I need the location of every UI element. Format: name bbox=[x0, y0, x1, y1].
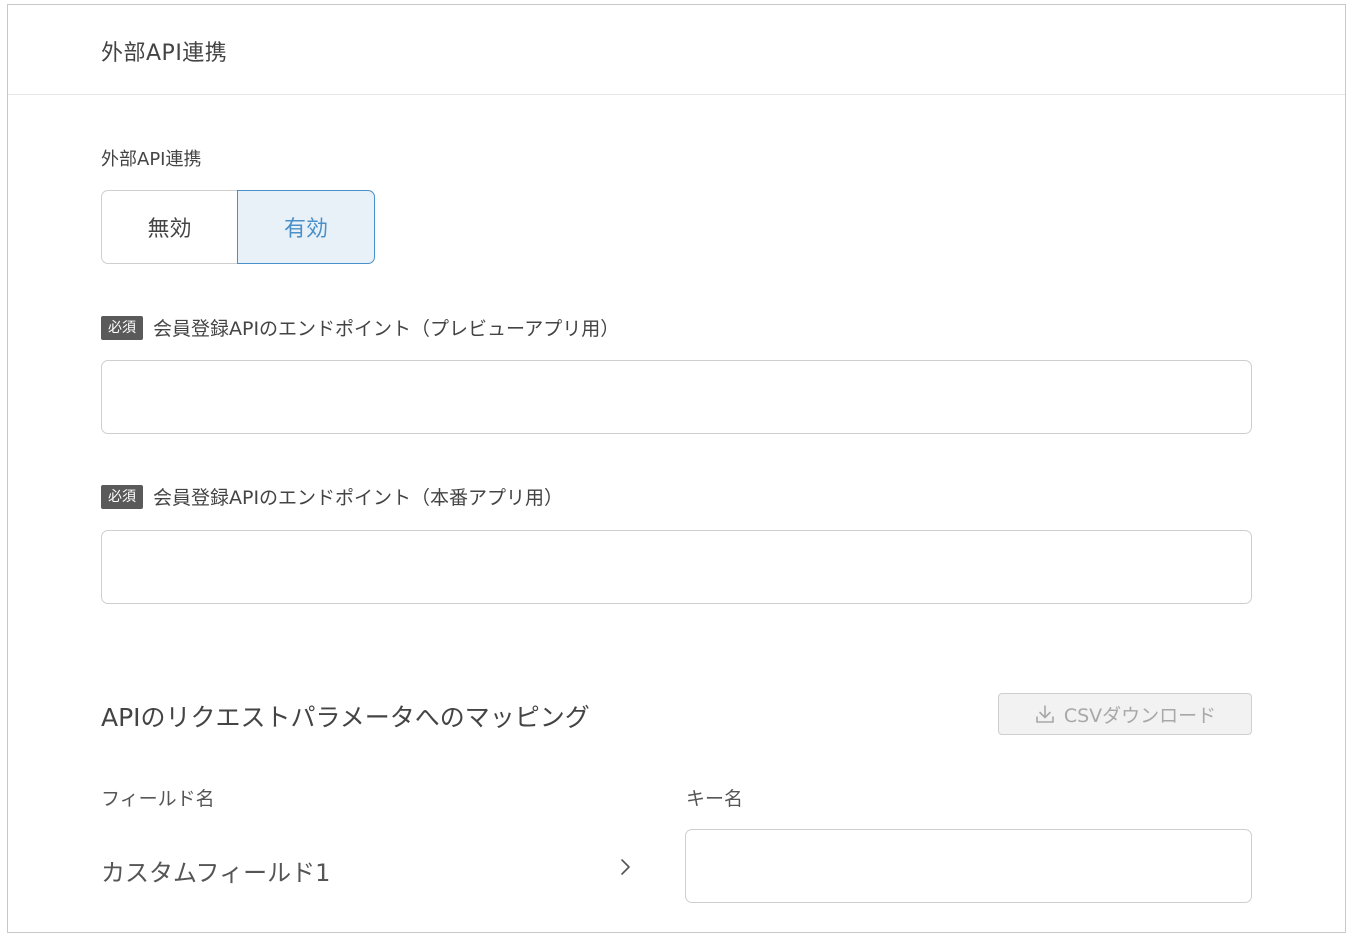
mapping-section-title: APIのリクエストパラメータへのマッピング bbox=[101, 703, 590, 732]
csv-download-label: CSVダウンロード bbox=[1063, 704, 1217, 727]
column-header-key-name: キー名 bbox=[686, 788, 744, 810]
panel-title: 外部API連携 bbox=[101, 41, 228, 66]
endpoint-preview-label-row: 必須 会員登録APIのエンドポイント（プレビューアプリ用） bbox=[101, 314, 619, 341]
endpoint-production-label: 会員登録APIのエンドポイント（本番アプリ用） bbox=[153, 487, 564, 509]
panel-header: 外部API連携 bbox=[8, 5, 1345, 95]
endpoint-preview-input[interactable] bbox=[101, 360, 1252, 434]
api-integration-label: 外部API連携 bbox=[101, 149, 202, 170]
mapping-field-name: カスタムフィールド1 bbox=[101, 859, 331, 887]
endpoint-production-input[interactable] bbox=[101, 530, 1252, 604]
download-icon bbox=[1036, 705, 1054, 723]
api-integration-toggle: 無効 有効 bbox=[101, 190, 375, 264]
required-badge: 必須 bbox=[101, 315, 143, 340]
column-header-field-name: フィールド名 bbox=[101, 788, 215, 810]
chevron-right-icon bbox=[621, 859, 630, 875]
required-badge: 必須 bbox=[101, 484, 143, 509]
endpoint-production-label-row: 必須 会員登録APIのエンドポイント（本番アプリ用） bbox=[101, 483, 563, 510]
csv-download-button[interactable]: CSVダウンロード bbox=[998, 693, 1252, 735]
endpoint-preview-label: 会員登録APIのエンドポイント（プレビューアプリ用） bbox=[153, 318, 620, 340]
toggle-disabled-button[interactable]: 無効 bbox=[101, 190, 237, 264]
mapping-key-input[interactable] bbox=[685, 829, 1252, 903]
toggle-enabled-button[interactable]: 有効 bbox=[237, 190, 375, 264]
api-integration-panel: 外部API連携 外部API連携 無効 有効 必須 会員登録APIのエンドポイント… bbox=[7, 4, 1346, 933]
